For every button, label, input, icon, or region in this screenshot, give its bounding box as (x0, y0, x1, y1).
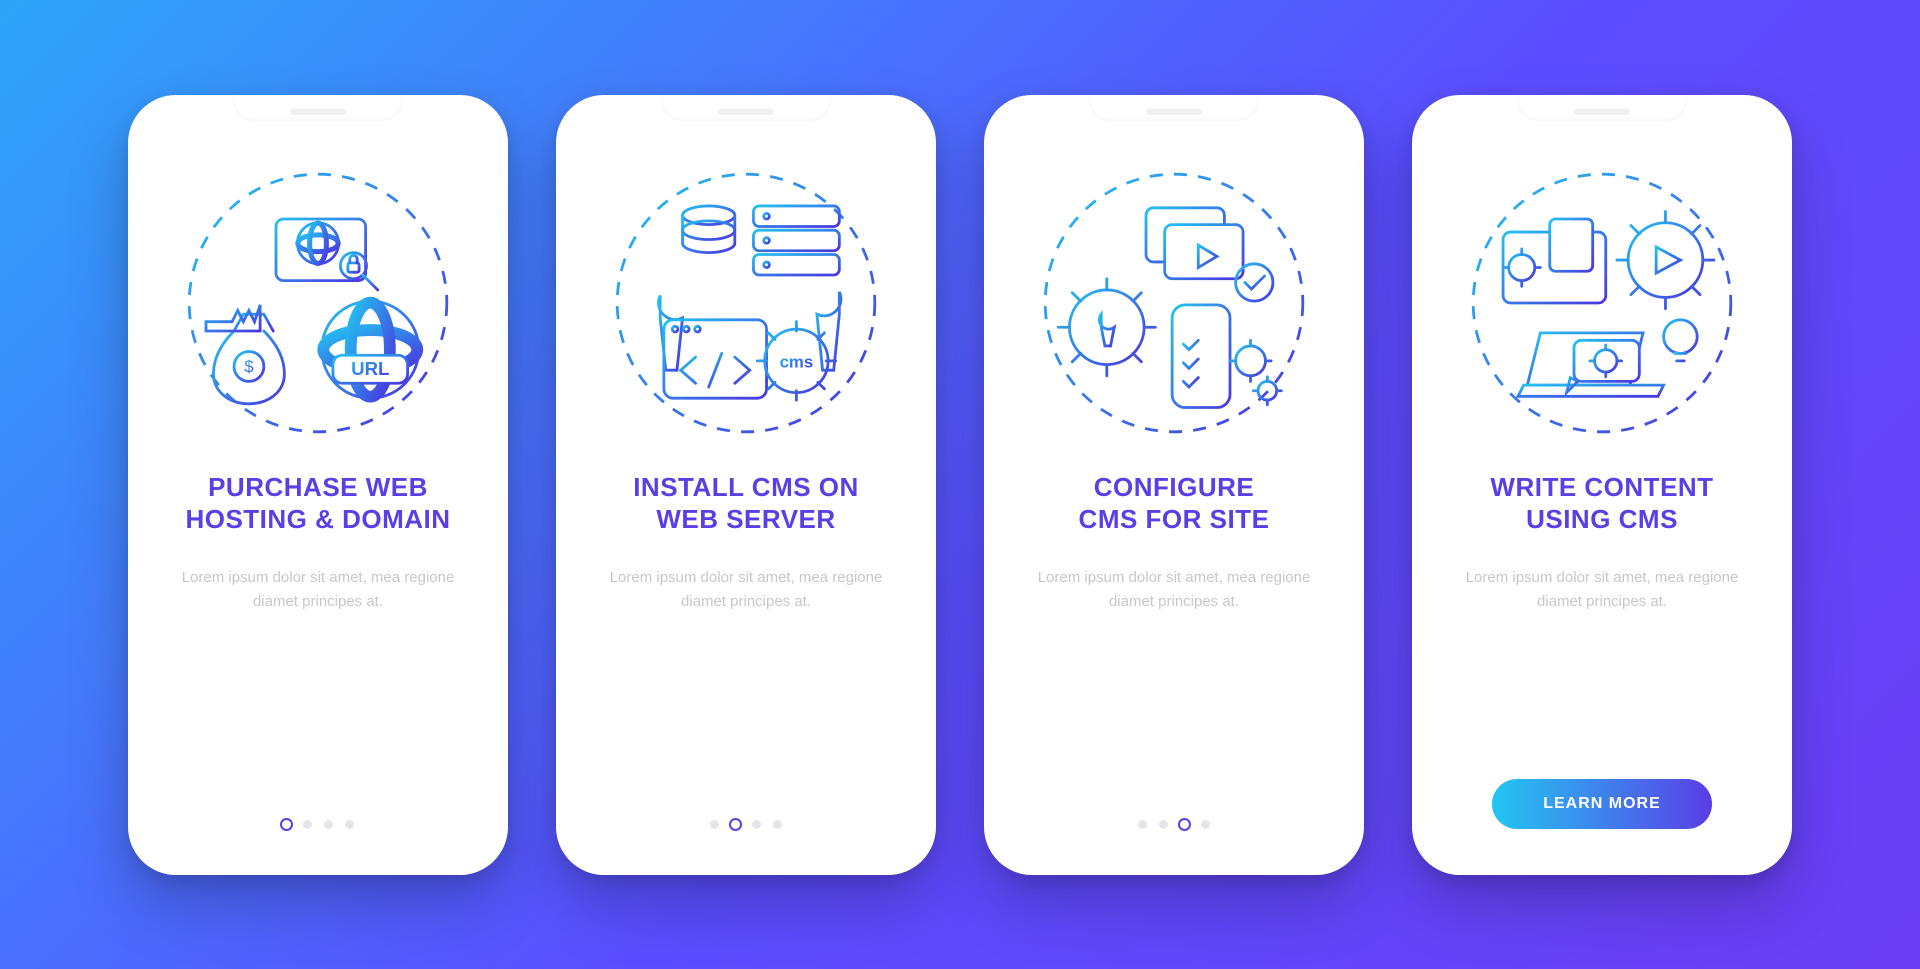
dot-1[interactable] (1138, 820, 1147, 829)
learn-more-button[interactable]: LEARN MORE (1492, 779, 1712, 829)
phone-notch (661, 95, 831, 121)
dot-1[interactable] (282, 820, 291, 829)
dot-3[interactable] (1180, 820, 1189, 829)
pagination-dots[interactable] (1138, 820, 1210, 829)
screen-title: INSTALL CMS ON WEB SERVER (633, 471, 859, 536)
screen-description: Lorem ipsum dolor sit amet, mea regione … (178, 566, 458, 614)
onboarding-screen-2: cms INSTALL CMS ON WEB SERVER Lorem ipsu… (556, 95, 936, 875)
hosting-illustration: $ URL (178, 163, 458, 443)
screen-title: WRITE CONTENT USING CMS (1490, 471, 1713, 536)
dot-4[interactable] (773, 820, 782, 829)
svg-text:URL: URL (351, 357, 389, 378)
configure-illustration (1034, 163, 1314, 443)
phone-notch (1517, 95, 1687, 121)
screen-title: CONFIGURE CMS FOR SITE (1079, 471, 1270, 536)
onboarding-screen-3: CONFIGURE CMS FOR SITE Lorem ipsum dolor… (984, 95, 1364, 875)
screen-title: PURCHASE WEB HOSTING & DOMAIN (185, 471, 450, 536)
screen-description: Lorem ipsum dolor sit amet, mea regione … (1034, 566, 1314, 614)
onboarding-carousel: $ URL PURCHASE WEB HOSTING & DOMAIN Lore… (128, 95, 1792, 875)
svg-text:$: $ (244, 357, 254, 376)
screen-description: Lorem ipsum dolor sit amet, mea regione … (1462, 566, 1742, 614)
dot-2[interactable] (303, 820, 312, 829)
write-illustration (1462, 163, 1742, 443)
onboarding-screen-1: $ URL PURCHASE WEB HOSTING & DOMAIN Lore… (128, 95, 508, 875)
dot-1[interactable] (710, 820, 719, 829)
dot-2[interactable] (1159, 820, 1168, 829)
dot-3[interactable] (324, 820, 333, 829)
screen-description: Lorem ipsum dolor sit amet, mea regione … (606, 566, 886, 614)
dot-3[interactable] (752, 820, 761, 829)
pagination-dots[interactable] (282, 820, 354, 829)
pagination-dots[interactable] (710, 820, 782, 829)
install-illustration: cms (606, 163, 886, 443)
dot-2[interactable] (731, 820, 740, 829)
phone-notch (1089, 95, 1259, 121)
phone-notch (233, 95, 403, 121)
svg-text:cms: cms (780, 352, 814, 371)
dot-4[interactable] (1201, 820, 1210, 829)
onboarding-screen-4: WRITE CONTENT USING CMS Lorem ipsum dolo… (1412, 95, 1792, 875)
dot-4[interactable] (345, 820, 354, 829)
